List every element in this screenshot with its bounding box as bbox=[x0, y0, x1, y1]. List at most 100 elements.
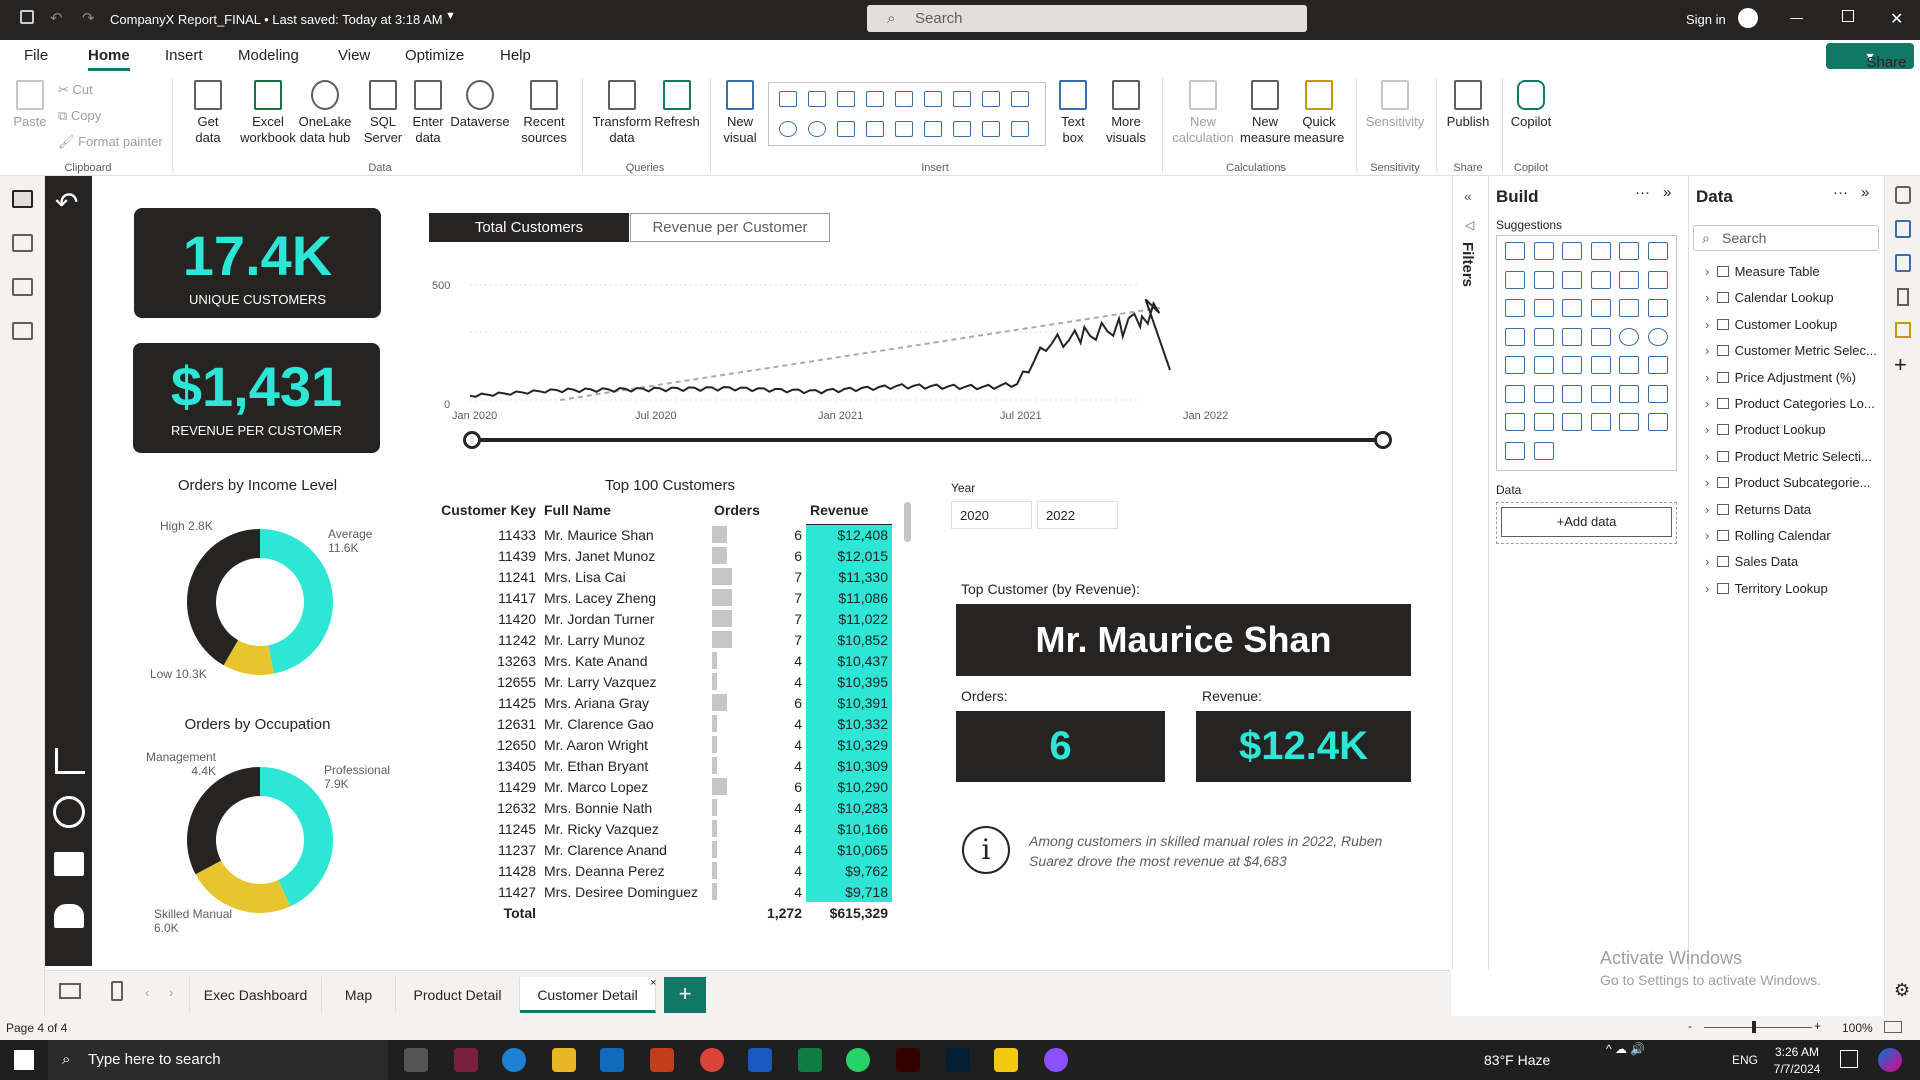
visualization-type-icon[interactable] bbox=[1590, 327, 1611, 346]
visualization-type-icon[interactable] bbox=[1505, 413, 1525, 431]
date-slider-start-handle[interactable] bbox=[463, 431, 481, 449]
new-visual-button[interactable]: New visual bbox=[718, 80, 762, 146]
table-row[interactable]: 13263 Mrs. Kate Anand 4 $10,437 bbox=[430, 650, 892, 671]
table-row[interactable]: 12631 Mr. Clarence Gao 4 $10,332 bbox=[430, 713, 892, 734]
visualization-type-icon[interactable] bbox=[1647, 413, 1668, 431]
table-row[interactable]: 11417 Mrs. Lacey Zheng 7 $11,086 bbox=[430, 587, 892, 608]
more-options-icon[interactable]: ··· bbox=[1635, 184, 1650, 201]
data-table-item[interactable]: › Customer Lookup bbox=[1705, 317, 1880, 332]
copilot-button[interactable]: Copilot bbox=[1508, 80, 1554, 130]
expand-chevron-icon[interactable]: › bbox=[1705, 422, 1717, 437]
expand-chevron-icon[interactable]: › bbox=[1705, 290, 1717, 305]
table-row[interactable]: 11425 Mrs. Ariana Gray 6 $10,391 bbox=[430, 692, 892, 713]
donut-slice[interactable] bbox=[260, 529, 333, 674]
minimize-icon[interactable]: — bbox=[1790, 10, 1803, 25]
box-nav-icon[interactable] bbox=[54, 852, 84, 876]
page-tab-product-detail[interactable]: Product Detail bbox=[396, 977, 520, 1013]
visualization-type-icon[interactable] bbox=[1533, 299, 1554, 317]
visual-type-icon[interactable] bbox=[1011, 91, 1029, 107]
cut-button[interactable]: ✂ Cut bbox=[58, 82, 93, 98]
prev-page-icon[interactable]: ‹ bbox=[145, 985, 149, 1000]
table-row[interactable]: 12632 Mrs. Bonnie Nath 4 $10,283 bbox=[430, 797, 892, 818]
bookmark-icon[interactable] bbox=[1897, 288, 1909, 306]
visualization-type-icon[interactable] bbox=[1619, 242, 1639, 260]
visual-type-icon[interactable] bbox=[837, 91, 855, 107]
visual-type-icon[interactable] bbox=[808, 91, 826, 107]
page-tab-customer-detail[interactable]: Customer Detail bbox=[520, 977, 656, 1013]
back-icon[interactable]: ↶ bbox=[55, 186, 78, 219]
visualization-type-icon[interactable] bbox=[1533, 384, 1554, 403]
visualization-type-icon[interactable] bbox=[1590, 384, 1611, 403]
visual-type-icon[interactable] bbox=[866, 121, 884, 137]
visual-type-icon[interactable] bbox=[837, 121, 855, 137]
word-icon[interactable] bbox=[748, 1048, 772, 1072]
publish-button[interactable]: Publish bbox=[1442, 80, 1494, 130]
menu-view[interactable]: View bbox=[338, 47, 370, 64]
table-row[interactable]: 11433 Mr. Maurice Shan 6 $12,408 bbox=[430, 524, 892, 545]
top-customers-table[interactable]: Customer Key Full Name Orders Revenue 11… bbox=[430, 496, 906, 923]
visual-gallery[interactable] bbox=[768, 82, 1046, 146]
visual-type-icon[interactable] bbox=[924, 91, 942, 107]
table-row[interactable]: 12650 Mr. Aaron Wright 4 $10,329 bbox=[430, 734, 892, 755]
save-icon[interactable] bbox=[20, 10, 34, 24]
menu-optimize[interactable]: Optimize bbox=[405, 47, 464, 64]
powerpoint-icon[interactable] bbox=[650, 1048, 674, 1072]
visual-type-icon[interactable] bbox=[953, 121, 971, 137]
menu-help[interactable]: Help bbox=[500, 47, 531, 64]
edge-icon[interactable] bbox=[502, 1048, 526, 1072]
visualization-type-icon[interactable] bbox=[1590, 413, 1611, 431]
zoom-out-icon[interactable]: - bbox=[1688, 1019, 1692, 1033]
menu-home[interactable]: Home bbox=[88, 47, 130, 71]
expand-chevron-icon[interactable]: › bbox=[1705, 343, 1717, 358]
visualization-type-icon[interactable] bbox=[1619, 384, 1639, 403]
text-box-button[interactable]: Text box bbox=[1050, 80, 1096, 146]
more-visuals-button[interactable]: More visuals bbox=[1100, 80, 1152, 146]
visualization-type-icon[interactable] bbox=[1533, 413, 1554, 431]
share-button[interactable]: Share ▾ bbox=[1826, 43, 1914, 71]
visualization-type-icon[interactable] bbox=[1562, 384, 1582, 403]
expand-chevron-icon[interactable]: › bbox=[1705, 449, 1717, 464]
dax-query-icon[interactable] bbox=[12, 322, 33, 340]
visualization-type-icon[interactable] bbox=[1619, 270, 1639, 289]
visualization-type-icon[interactable] bbox=[1647, 242, 1668, 260]
table-scrollbar[interactable] bbox=[904, 502, 911, 542]
visualization-type-icon[interactable] bbox=[1619, 356, 1639, 374]
filters-pane-collapsed[interactable]: « ◁ Filters bbox=[1452, 176, 1488, 970]
data-table-item[interactable]: › Returns Data bbox=[1705, 502, 1880, 517]
visualization-type-icon[interactable] bbox=[1647, 270, 1668, 289]
visualization-type-icon[interactable] bbox=[1505, 299, 1525, 317]
visualization-type-icon[interactable] bbox=[1562, 327, 1582, 346]
col-orders[interactable]: Orders bbox=[710, 496, 806, 524]
data-table-item[interactable]: › Price Adjustment (%) bbox=[1705, 370, 1880, 385]
chevron-down-icon[interactable]: ▼ bbox=[445, 10, 456, 22]
table-row[interactable]: 11237 Mr. Clarence Anand 4 $10,065 bbox=[430, 839, 892, 860]
expand-chevron-icon[interactable]: › bbox=[1705, 264, 1717, 279]
close-icon[interactable]: ✕ bbox=[1890, 9, 1903, 29]
menu-file[interactable]: File bbox=[24, 47, 48, 64]
quick-measure-button[interactable]: Quick measure bbox=[1292, 80, 1346, 146]
data-table-item[interactable]: › Product Subcategorie... bbox=[1705, 475, 1880, 490]
add-data-button[interactable]: +Add data bbox=[1501, 507, 1672, 537]
tab-total-customers[interactable]: Total Customers bbox=[429, 213, 629, 242]
customers-nav-icon[interactable] bbox=[54, 904, 84, 928]
visualization-type-icon[interactable] bbox=[1619, 327, 1639, 346]
visual-type-icon[interactable] bbox=[895, 121, 913, 137]
sensitivity-button[interactable]: Sensitivity bbox=[1362, 80, 1428, 130]
sql-server-button[interactable]: SQL Server bbox=[362, 80, 404, 146]
copy-button[interactable]: ⧉ Copy bbox=[58, 108, 101, 124]
expand-chevron-icon[interactable]: › bbox=[1705, 554, 1717, 569]
data-table-item[interactable]: › Customer Metric Selec... bbox=[1705, 343, 1880, 358]
table-row[interactable]: 11429 Mr. Marco Lopez 6 $10,290 bbox=[430, 776, 892, 797]
app-icon[interactable] bbox=[454, 1048, 478, 1072]
visualization-type-icon[interactable] bbox=[1505, 384, 1525, 403]
windows-start-icon[interactable] bbox=[14, 1050, 34, 1070]
globe-nav-icon[interactable] bbox=[53, 796, 85, 828]
taskbar-search-input[interactable]: ⌕ Type here to search bbox=[48, 1040, 388, 1080]
visualization-type-icon[interactable] bbox=[1533, 356, 1554, 374]
maximize-icon[interactable] bbox=[1842, 10, 1854, 22]
visualization-type-icon[interactable] bbox=[1590, 299, 1611, 317]
more-options-icon[interactable]: ··· bbox=[1833, 184, 1848, 201]
search-input[interactable]: ⌕ Search bbox=[867, 5, 1307, 32]
visualization-type-icon[interactable] bbox=[1647, 327, 1668, 346]
zoom-in-icon[interactable]: + bbox=[1814, 1019, 1821, 1033]
